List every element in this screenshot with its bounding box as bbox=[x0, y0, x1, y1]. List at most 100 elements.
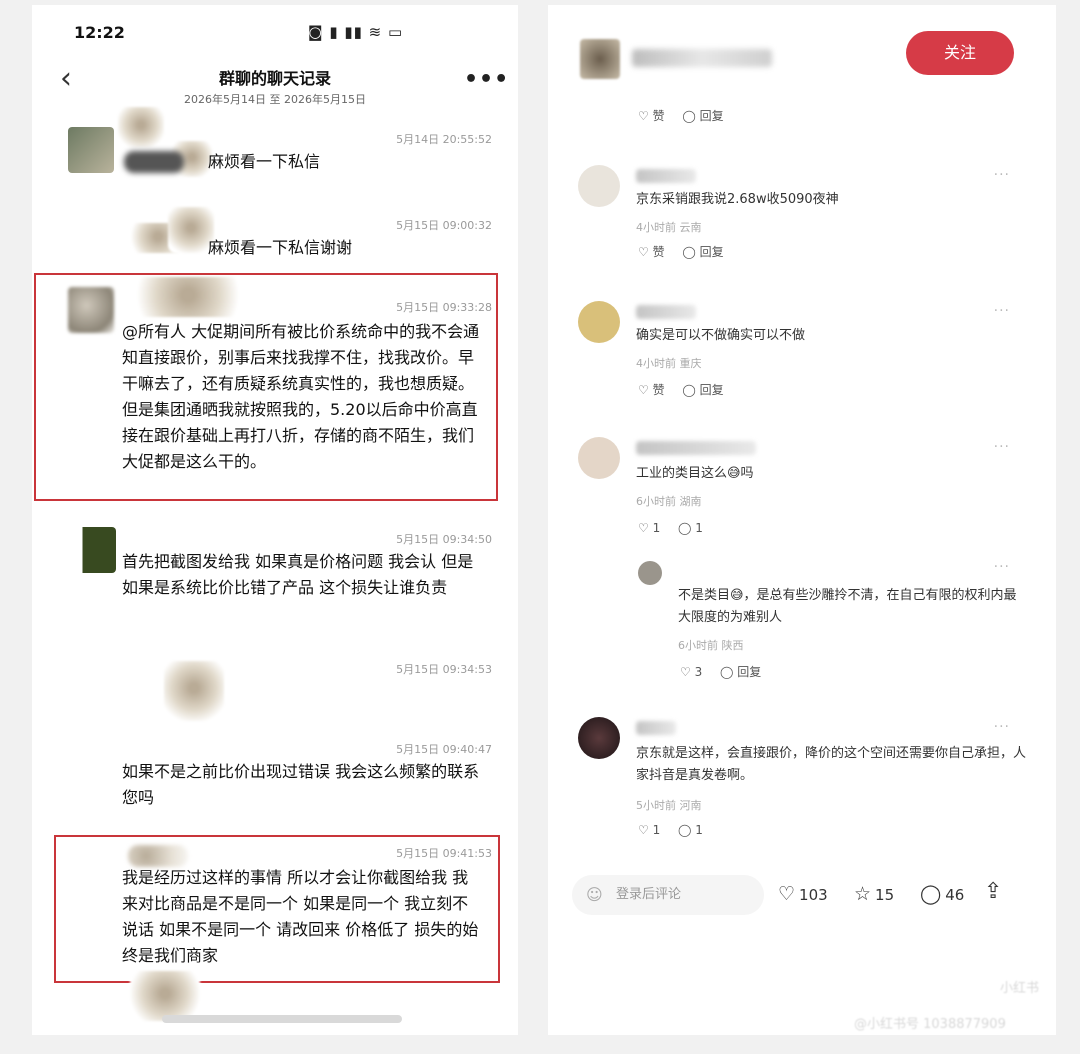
commenter-avatar[interactable] bbox=[578, 717, 620, 759]
message-time: 5月15日 09:34:53 bbox=[396, 663, 492, 676]
avatar bbox=[68, 527, 116, 573]
screenshot-stage: 12:22 ◙ ▮ ▮▮ ≋ ▭ ‹ 群聊的聊天记录 2026年5月14日 至 … bbox=[0, 0, 1080, 1054]
comment-actions: ♡ 1 ◯ 1 bbox=[638, 521, 717, 535]
replier-avatar[interactable] bbox=[638, 561, 662, 585]
comment-item: ··· 京东采销跟我说2.68w收5090夜神 4小时前 云南 ♡ 赞 ◯ 回复 bbox=[548, 165, 1056, 265]
reply-count: 1 bbox=[695, 823, 703, 837]
star-stat-button[interactable]: ☆ 15 bbox=[854, 883, 894, 905]
commenter-name-redacted bbox=[636, 305, 696, 319]
message-text: 麻烦看一下私信谢谢 bbox=[208, 238, 353, 257]
avatar bbox=[68, 287, 114, 333]
comment-text: 京东采销跟我说2.68w收5090夜神 bbox=[636, 192, 839, 207]
status-time: 12:22 bbox=[74, 23, 125, 42]
comment-stat-button[interactable]: ◯ 46 bbox=[920, 883, 964, 905]
star-icon: ☆ bbox=[854, 883, 872, 905]
blurred-sticker bbox=[164, 661, 224, 721]
reply-button[interactable]: ◯ 回复 bbox=[682, 245, 723, 259]
watermark-logo: 小红书 bbox=[1000, 981, 1040, 996]
message-time: 5月15日 09:00:32 bbox=[396, 219, 492, 232]
like-count-button[interactable]: ♡ 3 bbox=[680, 665, 702, 679]
blurred-sticker bbox=[130, 971, 200, 1021]
comment-input[interactable]: ☺ 登录后评论 bbox=[572, 875, 764, 915]
more-icon[interactable]: ··· bbox=[994, 439, 1010, 455]
comment-actions: ♡ 赞 ◯ 回复 bbox=[638, 381, 738, 398]
date-range: 2026年5月14日 至 2026年5月15日 bbox=[184, 93, 366, 106]
commenter-avatar[interactable] bbox=[578, 301, 620, 343]
reply-label: 回复 bbox=[737, 665, 762, 679]
message-text: 首先把截图发给我 如果真是价格问题 我会认 但是如果是系统比价比错了产品 这个损… bbox=[122, 552, 474, 597]
commenter-avatar[interactable] bbox=[578, 165, 620, 207]
message-time: 5月15日 09:40:47 bbox=[396, 743, 492, 756]
comment-meta: 4小时前 云南 bbox=[636, 221, 702, 234]
commenter-name-redacted bbox=[636, 441, 756, 455]
reply-count: 1 bbox=[695, 521, 703, 535]
chat-message: 5月15日 09:34:53 bbox=[32, 655, 518, 725]
more-icon[interactable]: ··· bbox=[994, 167, 1010, 183]
heart-icon: ♡ bbox=[778, 883, 796, 905]
comment-item: ··· 京东就是这样，会直接跟价，降价的这个空间还需要你自己承担，人家抖音是真发… bbox=[548, 717, 1056, 847]
message-time: 5月15日 09:41:53 bbox=[396, 847, 492, 860]
reply-button[interactable]: ◯ 回复 bbox=[682, 383, 723, 397]
chat-message-highlighted: 5月15日 09:33:28 @所有人 大促期间所有被比价系统命中的我不会通知直… bbox=[32, 277, 518, 497]
scrollbar[interactable] bbox=[162, 1015, 402, 1023]
comment-text: 工业的类目这么😅吗 bbox=[636, 466, 754, 481]
message-time: 5月14日 20:55:52 bbox=[396, 133, 492, 146]
like-label: 赞 bbox=[652, 383, 665, 397]
comment-item: ··· 工业的类目这么😅吗 6小时前 湖南 ♡ 1 ◯ 1 bbox=[548, 437, 1056, 547]
reply-item: ··· 不是类目😅，是总有些沙雕拎不清，在自己有限的权利内最大限度的为难别人 6… bbox=[548, 557, 1056, 683]
star-total: 15 bbox=[875, 886, 895, 904]
follow-button[interactable]: 关注 bbox=[906, 31, 1014, 75]
user-icon: ☺ bbox=[586, 885, 603, 904]
like-label: 赞 bbox=[652, 109, 665, 123]
reply-count-button[interactable]: ◯ 1 bbox=[678, 823, 703, 837]
like-button[interactable]: ♡ 赞 bbox=[638, 109, 665, 123]
message-text: 如果不是之前比价出现过错误 我会这么频繁的联系您吗 bbox=[122, 762, 480, 807]
more-icon[interactable]: ··· bbox=[994, 719, 1010, 735]
like-button[interactable]: ♡ 赞 bbox=[638, 383, 665, 397]
reply-count-button[interactable]: ◯ 1 bbox=[678, 521, 703, 535]
comment-actions: ♡ 赞 ◯ 回复 bbox=[638, 243, 738, 260]
sender-name-redacted bbox=[124, 151, 184, 173]
comment-meta: 6小时前 湖南 bbox=[636, 495, 702, 508]
reply-button[interactable]: ◯ 回复 bbox=[720, 665, 761, 679]
more-icon[interactable]: ··· bbox=[994, 559, 1010, 575]
comment-item: ··· 确实是可以不做确实可以不做 4小时前 重庆 ♡ 赞 ◯ 回复 bbox=[548, 301, 1056, 401]
message-text: 我是经历过这样的事情 所以才会让你截图给我 我来对比商品是不是同一个 如果是同一… bbox=[122, 868, 479, 965]
message-text: @所有人 大促期间所有被比价系统命中的我不会通知直接跟价，别事后来找我撑不住，找… bbox=[122, 322, 480, 471]
comment-total: 46 bbox=[945, 886, 965, 904]
sender-name-redacted bbox=[128, 845, 188, 867]
like-count-button[interactable]: ♡ 1 bbox=[638, 521, 660, 535]
commenter-avatar[interactable] bbox=[578, 437, 620, 479]
comment-text: 京东就是这样，会直接跟价，降价的这个空间还需要你自己承担，人家抖音是真发卷啊。 bbox=[636, 746, 1027, 783]
author-avatar[interactable] bbox=[580, 39, 620, 79]
message-text: 麻烦看一下私信 bbox=[208, 152, 321, 171]
comment-meta: 4小时前 重庆 bbox=[636, 357, 702, 370]
reply-label: 回复 bbox=[699, 109, 724, 123]
chat-message: 5月15日 09:40:47 如果不是之前比价出现过错误 我会这么频繁的联系您吗 bbox=[32, 735, 518, 815]
comment-text: 确实是可以不做确实可以不做 bbox=[636, 328, 806, 343]
like-count: 3 bbox=[694, 665, 703, 679]
like-button[interactable]: ♡ 赞 bbox=[638, 245, 665, 259]
blurred-avatar-sticker bbox=[118, 107, 164, 147]
like-count-button[interactable]: ♡ 1 bbox=[638, 823, 660, 837]
comment-meta: 5小时前 河南 bbox=[636, 799, 702, 812]
share-icon[interactable]: ⇪ bbox=[984, 879, 1002, 904]
like-count: 1 bbox=[652, 521, 661, 535]
nav-bar: ‹ 群聊的聊天记录 2026年5月14日 至 2026年5月15日 ••• bbox=[32, 61, 518, 111]
reply-button[interactable]: ◯ 回复 bbox=[682, 109, 723, 123]
chat-message-highlighted: 5月15日 09:41:53 我是经历过这样的事情 所以才会让你截图给我 我来对… bbox=[32, 839, 518, 979]
status-bar: 12:22 ◙ ▮ ▮▮ ≋ ▭ bbox=[32, 23, 518, 53]
commenter-name-redacted bbox=[636, 169, 696, 183]
author-header: 关注 bbox=[548, 5, 1056, 95]
reply-label: 回复 bbox=[699, 245, 724, 259]
comment-actions: ♡ 赞 ◯ 回复 bbox=[638, 107, 738, 124]
avatar bbox=[68, 127, 114, 173]
like-label: 赞 bbox=[652, 245, 665, 259]
author-name-redacted bbox=[632, 49, 772, 67]
like-stat-button[interactable]: ♡ 103 bbox=[778, 883, 828, 905]
reply-text: 不是类目😅，是总有些沙雕拎不清，在自己有限的权利内最大限度的为难别人 bbox=[678, 588, 1017, 625]
more-icon[interactable]: ··· bbox=[994, 303, 1010, 319]
more-icon[interactable]: ••• bbox=[464, 67, 509, 92]
status-icons: ◙ ▮ ▮▮ ≋ ▭ bbox=[308, 23, 404, 41]
comment-actions: ♡ 1 ◯ 1 bbox=[638, 823, 717, 837]
